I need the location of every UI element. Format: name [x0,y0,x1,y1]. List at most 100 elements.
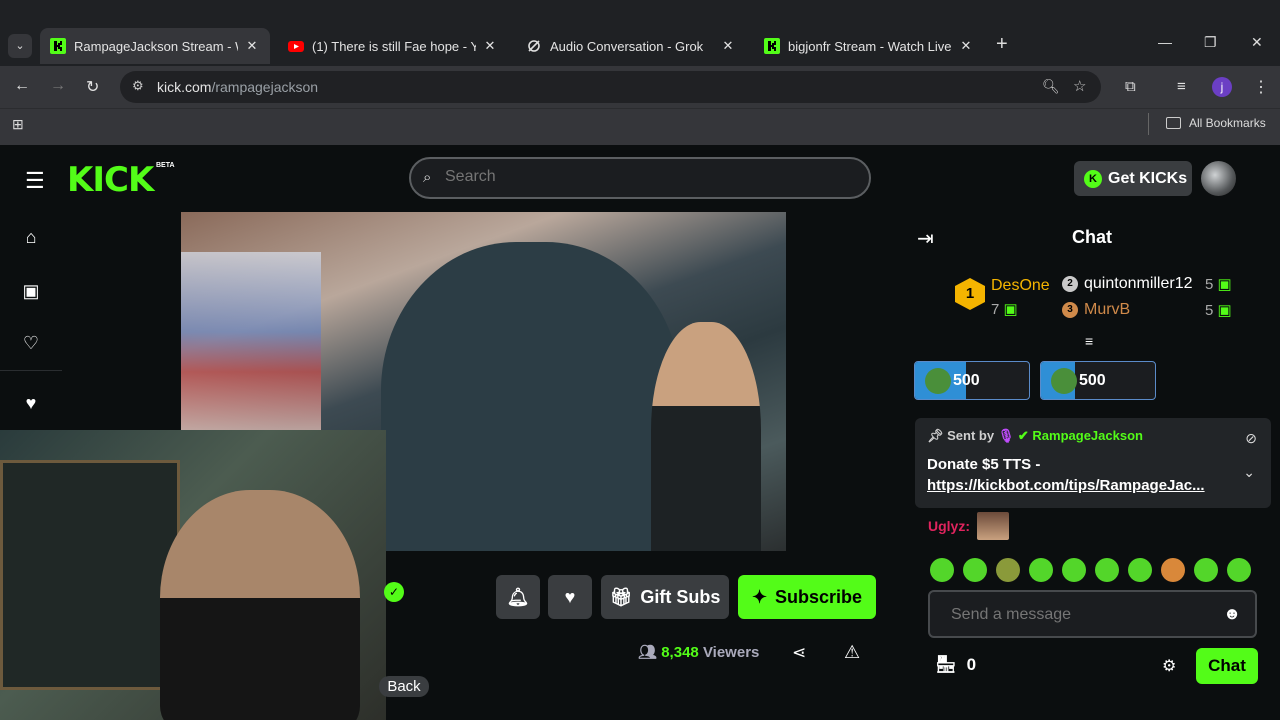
send-chat-button[interactable]: Chat [1196,648,1258,684]
bookmark-star-icon[interactable]: ☆ [1073,77,1086,95]
subscribe-label: Subscribe [775,586,863,607]
get-kicks-button[interactable]: K Get KICKs [1074,161,1192,196]
restore-button[interactable]: ❐ [1204,34,1217,51]
emote-icon[interactable] [1095,558,1119,582]
minimize-button[interactable]: — [1158,34,1172,50]
tab-rampagejackson[interactable]: RampageJackson Stream - Wat ✕ [40,28,270,64]
apps-grid-icon[interactable]: ⊞ [12,116,24,133]
following-heart-icon[interactable]: ♡ [20,333,42,355]
tab-search-button[interactable]: ⌄ [8,34,32,58]
emote-icon[interactable] [1161,558,1185,582]
hamburger-menu-icon[interactable]: ☰ [25,168,45,194]
emote-icon[interactable] [1128,558,1152,582]
new-tab-button[interactable]: + [996,33,1008,56]
get-kicks-label: Get KICKs [1108,169,1188,187]
browse-icon[interactable]: ▣ [20,281,42,303]
url-text[interactable]: kick.com/rampagejackson [157,79,318,95]
pinned-username[interactable]: RampageJackson [1032,428,1143,443]
close-icon[interactable]: ✕ [482,38,498,54]
subscribe-button[interactable]: ✦ Subscribe [738,575,876,619]
browser-menu-icon[interactable]: ⋮ [1253,77,1269,97]
goal-value: 500 [1079,371,1106,389]
profile-avatar[interactable]: j [1212,77,1232,97]
chat-message-user[interactable]: Uglyz: [928,518,970,534]
quick-emote-row [930,558,1251,582]
emote-icon[interactable] [1194,558,1218,582]
chat-settings-gear-icon[interactable]: ⚙ [1162,656,1176,676]
expand-leaderboard-icon[interactable]: ≡ [1085,333,1093,349]
kick-icon [764,38,780,54]
search-input[interactable] [445,168,845,186]
emote-icon[interactable] [1227,558,1251,582]
chat-input-box[interactable]: ☻ [928,590,1257,638]
goal-emote-icon [1051,367,1077,394]
gift-subs-button[interactable]: 🎁︎ Gift Subs [601,575,729,619]
favorites-heart-icon[interactable]: ♥ [20,393,42,415]
kick-logo[interactable]: KICK [67,160,154,200]
media-control-icon[interactable]: ≡ [1177,78,1186,95]
webcam-overlay [0,430,386,720]
viewer-count-value: 8,348 [661,644,699,661]
kicks-balance[interactable]: 🏪︎ 0 [935,655,976,675]
share-icon[interactable]: ⋖ [792,643,806,663]
leaderboard-name[interactable]: MurvB [1084,301,1130,319]
pinned-message: 📌︎ Sent by 🎙︎ ✔ RampageJackson Donate $5… [915,418,1271,508]
reload-icon[interactable]: ↻ [86,77,99,97]
tab-youtube[interactable]: (1) There is still Fae hope - YouT ✕ [278,28,508,64]
zoom-icon[interactable]: 🔍︎ [1042,78,1060,95]
user-avatar[interactable] [1201,161,1236,196]
leaderboard-count: 5 ▣ [1205,302,1232,319]
sidenav-divider [0,370,62,371]
leaderboard-name[interactable]: quintonmiller12 [1084,275,1193,293]
pinned-message-link[interactable]: https://kickbot.com/tips/RampageJac... [927,477,1205,494]
gift-icon: ▣ [1217,302,1232,319]
goal-emote-icon [925,367,951,394]
sparkle-icon: ✦ [751,586,768,607]
tab-bigjonfr[interactable]: bigjonfr Stream - Watch Live on ✕ [754,28,984,64]
rank-badge: 2 [1062,276,1078,292]
tab-title: bigjonfr Stream - Watch Live on [788,38,952,54]
bell-icon: 🔔︎ [506,586,530,607]
gift-subs-label: Gift Subs [640,586,721,607]
emote-icon[interactable] [996,558,1020,582]
tab-grok[interactable]: Audio Conversation - Grok ✕ [516,28,746,64]
search-icon: ⌕ [423,169,432,186]
report-warning-icon[interactable]: ⚠ [844,642,860,663]
emote-icon[interactable] [930,558,954,582]
site-info-icon[interactable]: ⚙ [132,78,144,94]
video-frame-person-2 [651,322,761,551]
kicks-balance-value: 0 [966,655,977,674]
emote-icon[interactable] [963,558,987,582]
viewer-count: 👥︎ 8,348 Viewers [638,643,759,661]
leaderboard-count: 5 ▣ [1205,276,1232,293]
extensions-icon[interactable]: ⧉ [1125,78,1136,95]
url-path: /rampagejackson [211,79,319,95]
collapse-chat-icon[interactable]: ⇥ [917,226,934,251]
forward-arrow-icon[interactable]: → [50,77,66,95]
webcam-person [160,490,360,720]
home-icon[interactable]: ⌂ [20,227,42,249]
emote-icon[interactable] [1029,558,1053,582]
search-bar[interactable]: ⌕ [409,157,871,199]
chevron-down-icon[interactable]: ⌄ [1243,464,1255,481]
notification-bell-button[interactable]: 🔔︎ [496,575,540,619]
close-icon[interactable]: ✕ [720,38,736,54]
emoji-picker-icon[interactable]: ☻ [1223,604,1241,624]
browser-tab-strip: ⌄ RampageJackson Stream - Wat ✕ (1) Ther… [0,0,1280,66]
hide-eye-icon[interactable]: ⊘ [1245,430,1257,447]
kicks-goal-1[interactable]: 500 [914,361,1030,400]
back-button[interactable]: Back [379,676,429,697]
leaderboard-name[interactable]: DesOne [991,277,1050,295]
kicks-goal-2[interactable]: 500 [1040,361,1156,400]
window-close-button[interactable]: ✕ [1251,34,1263,51]
close-icon[interactable]: ✕ [958,38,974,54]
all-bookmarks-button[interactable]: All Bookmarks [1166,116,1266,130]
chat-message-input[interactable] [951,606,1211,624]
beta-badge: BETA [156,162,175,169]
chat-emote-image [977,512,1009,540]
back-arrow-icon[interactable]: ← [14,77,30,95]
follow-button[interactable]: ♥ [548,575,592,619]
omnibox[interactable]: ⚙ kick.com/rampagejackson 🔍︎ ☆ [120,71,1101,103]
emote-icon[interactable] [1062,558,1086,582]
close-icon[interactable]: ✕ [244,38,260,54]
